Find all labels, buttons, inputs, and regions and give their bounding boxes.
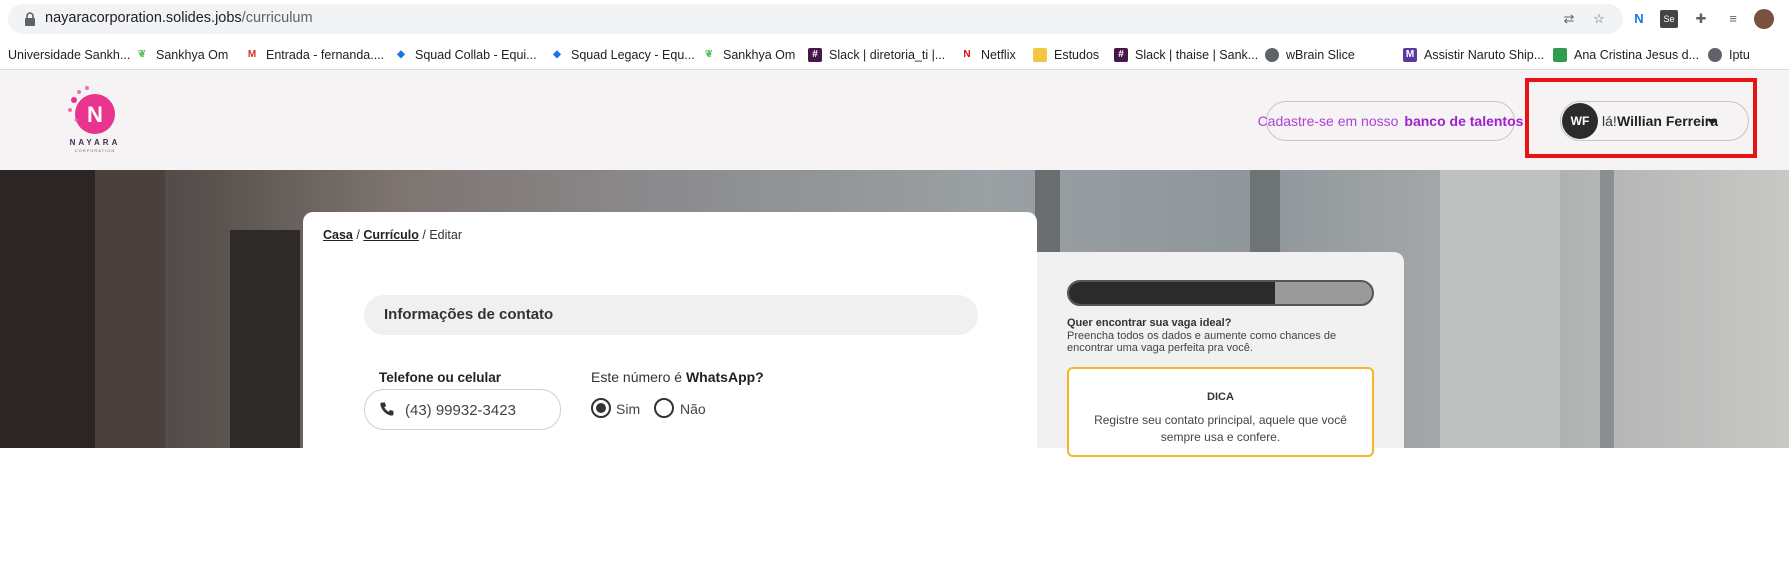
logo-text: NAYARA: [69, 138, 121, 147]
progress-fill: [1069, 282, 1276, 304]
leaf-icon: ❦: [704, 49, 714, 60]
bookmark-label: Netflix: [981, 48, 1016, 62]
hero-decor: [95, 170, 165, 448]
naruto-icon: M: [1403, 48, 1417, 62]
bookmarks-bar: Universidade Sankh... ❦ Sankhya Om M Entra…: [0, 38, 1789, 70]
goal-title: Quer encontrar sua vaga ideal?: [1067, 317, 1232, 329]
hero-decor: [1440, 170, 1560, 448]
curriculum-edit-card: Casa / Currículo / Editar Informações de…: [303, 212, 1037, 448]
bookmark-item[interactable]: Iptu: [1708, 46, 1750, 64]
selenium-icon[interactable]: Se: [1660, 10, 1678, 28]
profile-avatar-icon[interactable]: [1754, 9, 1774, 29]
bookmark-label: Assistir Naruto Ship...: [1424, 48, 1545, 62]
bookmark-item[interactable]: # Slack | thaise | Sank...: [1114, 46, 1258, 64]
bookmark-label: wBrain Slice: [1286, 48, 1355, 62]
tip-box: DICA Registre seu contato principal, aqu…: [1067, 367, 1374, 457]
url-domain: nayaracorporation.solides.jobs: [45, 10, 242, 26]
whatsapp-question-text: Este número é: [591, 369, 683, 385]
whatsapp-question: Este número é WhatsApp?: [591, 369, 764, 385]
profile-progress-bar: [1067, 280, 1374, 306]
bookmark-item[interactable]: Ana Cristina Jesus d...: [1553, 46, 1699, 64]
bookmark-item[interactable]: M Entrada - fernanda....: [245, 46, 384, 64]
site-header: N NAYARA CORPORATION Cadastre-se em noss…: [0, 70, 1789, 170]
section-title: Informações de contato: [384, 306, 554, 323]
extension-n-icon[interactable]: N: [1630, 10, 1648, 28]
phone-input[interactable]: [405, 398, 525, 422]
hero-decor: [0, 170, 95, 448]
bookmark-item[interactable]: ◆ Squad Legacy - Equ...: [550, 46, 695, 64]
phone-icon: [380, 402, 394, 416]
folder-icon: [1033, 48, 1047, 62]
phone-field[interactable]: [364, 389, 561, 430]
bookmark-item[interactable]: ◆ Squad Collab - Equi...: [394, 46, 537, 64]
bookmark-label: Sankhya Om: [723, 48, 796, 62]
chevron-down-icon[interactable]: [1707, 119, 1717, 125]
lock-icon: [25, 12, 35, 26]
bookmark-label: Universidade Sankh...: [8, 48, 131, 62]
tip-title: DICA: [1207, 391, 1234, 403]
bookmark-item[interactable]: Estudos: [1033, 46, 1099, 64]
bookmark-item[interactable]: ❦ Sankhya Om: [135, 46, 228, 64]
section-header: Informações de contato: [364, 295, 978, 335]
bookmark-label: Sankhya Om: [156, 48, 229, 62]
hero-decor: [1600, 170, 1614, 448]
bookmark-label: Squad Legacy - Equ...: [571, 48, 695, 62]
talent-link: banco de talentos: [1404, 113, 1524, 129]
breadcrumb-home[interactable]: Casa: [323, 228, 353, 242]
bookmark-label: Entrada - fernanda....: [266, 48, 385, 62]
whatsapp-question-bold: WhatsApp?: [685, 369, 764, 385]
breadcrumb-curriculum[interactable]: Currículo: [363, 228, 419, 242]
user-name[interactable]: Willian Ferreira: [1617, 113, 1718, 129]
globe-icon: [1265, 48, 1279, 62]
logo-mark-icon: N: [68, 86, 115, 134]
tip-text: Registre seu contato principal, aquele q…: [1094, 413, 1347, 444]
logo-subtext: CORPORATION: [74, 148, 116, 153]
whatsapp-no-label[interactable]: Não: [680, 401, 706, 417]
jira-icon: ◆: [553, 49, 561, 60]
browser-address-bar: nayaracorporation.solides.jobs/curriculu…: [0, 0, 1789, 38]
company-logo[interactable]: N NAYARA CORPORATION: [62, 80, 128, 158]
url-path: /curriculum: [241, 10, 313, 26]
bookmark-label: Iptu: [1729, 48, 1750, 62]
bookmark-item[interactable]: ❦ Sankhya Om: [702, 46, 795, 64]
bookmark-item[interactable]: wBrain Slice: [1265, 46, 1355, 64]
leaf-icon: ❦: [137, 49, 147, 60]
svg-text:N: N: [87, 102, 103, 127]
breadcrumb: Casa / Currículo / Editar: [323, 228, 462, 242]
bookmark-label: Ana Cristina Jesus d...: [1574, 48, 1700, 62]
globe-icon: [1708, 48, 1722, 62]
bookmark-label: Slack | thaise | Sank...: [1135, 48, 1259, 62]
goal-text: Preencha todos os dados e aumente como c…: [1067, 330, 1337, 354]
url-text[interactable]: nayaracorporation.solides.jobs/curriculu…: [45, 10, 313, 26]
whatsapp-no-radio[interactable]: [654, 398, 674, 418]
bookmark-icon: [1553, 48, 1567, 62]
phone-label: Telefone ou celular: [379, 370, 502, 385]
hero-decor: [230, 230, 300, 448]
talent-bank-button[interactable]: Cadastre-se em nosso banco de talentos: [1258, 101, 1523, 141]
jira-icon: ◆: [397, 49, 405, 60]
bookmark-label: Estudos: [1054, 48, 1100, 62]
puzzle-icon[interactable]: ✚: [1692, 10, 1710, 28]
bookmark-item[interactable]: Universidade Sankh...: [8, 46, 130, 64]
whatsapp-yes-label[interactable]: Sim: [616, 401, 640, 417]
bookmark-label: Squad Collab - Equi...: [415, 48, 537, 62]
gmail-icon: M: [247, 49, 257, 60]
bookmark-label: Slack | diretoria_ti |...: [829, 48, 946, 62]
whatsapp-yes-radio[interactable]: [591, 398, 611, 418]
playlist-icon[interactable]: ≡: [1724, 10, 1742, 28]
slack-icon: #: [808, 48, 822, 62]
talent-prefix: Cadastre-se em nosso: [1257, 113, 1399, 129]
slack-icon: #: [1114, 48, 1128, 62]
bookmark-item[interactable]: M Assistir Naruto Ship...: [1403, 46, 1544, 64]
greeting-text: lá!: [1602, 113, 1617, 129]
translate-icon[interactable]: ⇄: [1560, 10, 1578, 28]
bookmark-item[interactable]: N Netflix: [960, 46, 1016, 64]
bookmark-item[interactable]: # Slack | diretoria_ti |...: [808, 46, 945, 64]
netflix-icon: N: [963, 49, 971, 60]
profile-progress-panel: Quer encontrar sua vaga ideal? Preencha …: [1037, 252, 1404, 457]
star-icon[interactable]: ☆: [1590, 10, 1608, 28]
avatar[interactable]: WF: [1562, 103, 1598, 139]
breadcrumb-current: Editar: [429, 228, 462, 242]
